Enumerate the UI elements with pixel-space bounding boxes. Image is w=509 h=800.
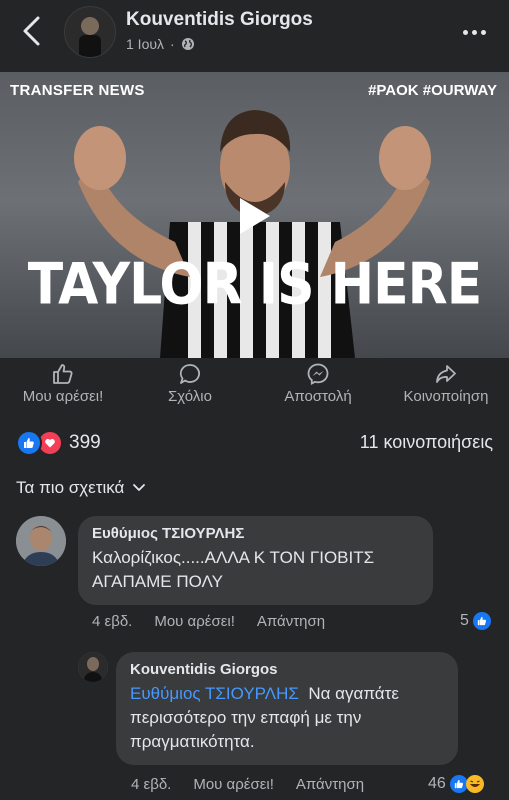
reaction-count: 399: [69, 432, 101, 453]
shares-count[interactable]: 11 κοινοποιήσεις: [360, 432, 493, 453]
comment-button[interactable]: Σχόλιο: [140, 362, 240, 405]
post-meta: 1 Ιουλ ·: [126, 36, 195, 52]
comment-text-line: ΑΓΑΠΑΜΕ ΠΟΛΥ: [92, 572, 223, 591]
comment-reactions[interactable]: 5: [460, 612, 491, 630]
reply-footer: 4 εβδ. Μου αρέσει! Απάντηση: [131, 776, 364, 793]
comment-reaction-count: 5: [460, 612, 469, 629]
share-arrow-icon: [436, 365, 456, 383]
reply-time[interactable]: 4 εβδ.: [131, 776, 171, 793]
back-arrow-icon[interactable]: [18, 14, 46, 48]
like-reaction-icon: [472, 612, 491, 630]
messenger-icon: [307, 363, 329, 385]
share-label: Κοινοποίηση: [403, 388, 489, 405]
comment-like-button[interactable]: Μου αρέσει!: [154, 613, 235, 630]
reply-text-line: περισσότερο την επαφή με την: [130, 708, 362, 727]
comment-text: Καλορίζικος.....ΑΛΛΑ Κ ΤΟΝ ΓΙΟΒΙΤΣ ΑΓΑΠΑ…: [92, 546, 419, 594]
transfer-news-tag: TRANSFER NEWS: [10, 82, 145, 99]
chevron-down-icon: [133, 484, 146, 491]
thumbs-up-icon: [53, 364, 73, 384]
globe-icon: [181, 38, 194, 50]
commenter-avatar[interactable]: [16, 516, 66, 566]
reply-reactions[interactable]: 46: [428, 775, 484, 793]
send-button[interactable]: Αποστολή: [268, 362, 368, 405]
comment-bubble[interactable]: Ευθύμιος ΤΣΙΟΥΡΛΗΣ Καλορίζικος.....ΑΛΛΑ …: [78, 516, 433, 605]
reply-reply-button[interactable]: Απάντηση: [296, 776, 364, 793]
author-name[interactable]: Kouventidis Giorgos: [126, 9, 313, 31]
post-video[interactable]: TRANSFER NEWS #PAOK #OURWAY TAYLOR IS HE…: [0, 72, 509, 358]
like-label: Μου αρέσει!: [22, 388, 104, 405]
reply-text: Ευθύμιος ΤΣΙΟΥΡΛΗΣ Να αγαπάτε περισσότερ…: [130, 682, 444, 754]
reply-like-button[interactable]: Μου αρέσει!: [193, 776, 274, 793]
share-button[interactable]: Κοινοποίηση: [388, 362, 504, 405]
video-headline: TAYLOR IS HERE: [27, 252, 483, 318]
separator-dot: ·: [170, 36, 175, 52]
comment-text-line: Καλορίζικος.....ΑΛΛΑ Κ ΤΟΝ ΓΙΟΒΙΤΣ: [92, 548, 375, 567]
comment-footer: 4 εβδ. Μου αρέσει! Απάντηση: [92, 613, 325, 630]
comment-label: Σχόλιο: [168, 388, 212, 405]
reply-text-line: Ευθύμιος ΤΣΙΟΥΡΛΗΣ Να αγαπάτε: [130, 682, 444, 706]
reply-author-avatar[interactable]: [78, 652, 108, 682]
comment-icon: [179, 364, 200, 384]
post-date[interactable]: 1 Ιουλ: [126, 36, 164, 52]
reply-author[interactable]: Kouventidis Giorgos: [130, 661, 444, 678]
post-actions-bar: Μου αρέσει! Σχόλιο Αποστολή Κοινοποίηση: [0, 362, 509, 412]
sort-label: Τα πιο σχετικά: [16, 478, 125, 497]
more-options-icon[interactable]: [463, 22, 493, 38]
laugh-reaction-icon: [465, 775, 484, 793]
comment-reply-button[interactable]: Απάντηση: [257, 613, 325, 630]
like-button[interactable]: Μου αρέσει!: [8, 362, 118, 405]
reply-text-part: Να αγαπάτε: [308, 684, 399, 703]
reaction-summary[interactable]: 399: [16, 430, 101, 456]
author-avatar[interactable]: [64, 6, 116, 58]
reply-bubble[interactable]: Kouventidis Giorgos Ευθύμιος ΤΣΙΟΥΡΛΗΣ Ν…: [116, 652, 458, 765]
mention-link[interactable]: Ευθύμιος ΤΣΙΟΥΡΛΗΣ: [130, 684, 299, 703]
comment-time[interactable]: 4 εβδ.: [92, 613, 132, 630]
reply-text-line: πραγματικότητα.: [130, 732, 255, 751]
comment-author[interactable]: Ευθύμιος ΤΣΙΟΥΡΛΗΣ: [92, 525, 419, 542]
play-icon[interactable]: [236, 196, 272, 236]
hashtag-label: #PAOK #OURWAY: [368, 82, 497, 99]
send-label: Αποστολή: [284, 388, 352, 405]
reply-reaction-count: 46: [428, 775, 446, 792]
like-reaction-icon: [16, 430, 42, 456]
comment-sort-dropdown[interactable]: Τα πιο σχετικά: [16, 478, 146, 498]
